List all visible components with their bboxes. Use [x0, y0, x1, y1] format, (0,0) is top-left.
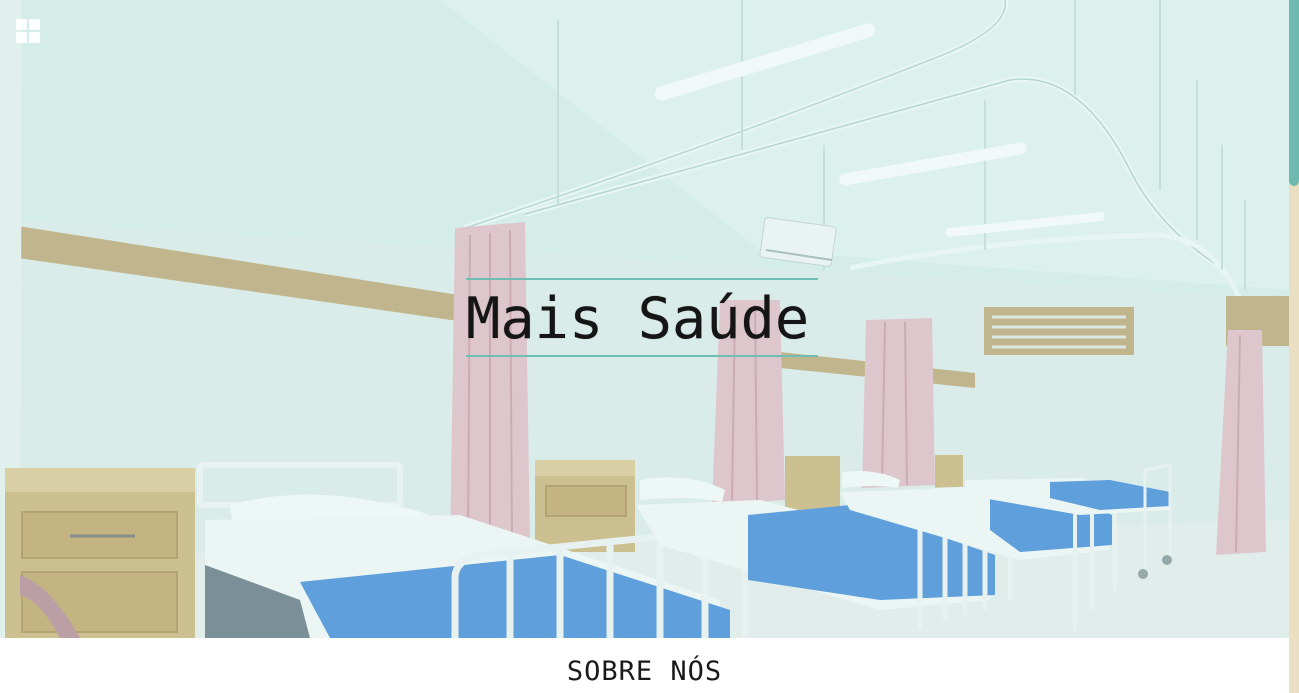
page-scrollbar[interactable] — [1289, 0, 1299, 693]
hero-title: Mais Saúde — [466, 286, 810, 352]
page: Mais Saúde SOBRE NÓS — [0, 0, 1299, 693]
title-bottom-rule — [466, 355, 818, 357]
hero-title-block: Mais Saúde — [466, 278, 818, 358]
about-section-title: SOBRE NÓS — [566, 656, 723, 687]
scrollbar-thumb[interactable] — [1289, 0, 1299, 186]
grid-menu-icon[interactable] — [16, 19, 41, 44]
title-top-rule — [466, 278, 818, 280]
grid-cell — [29, 32, 40, 43]
hero-banner: Mais Saúde — [0, 0, 1289, 638]
grid-cell — [16, 19, 27, 30]
grid-cell — [16, 32, 27, 43]
grid-cell — [29, 19, 40, 30]
